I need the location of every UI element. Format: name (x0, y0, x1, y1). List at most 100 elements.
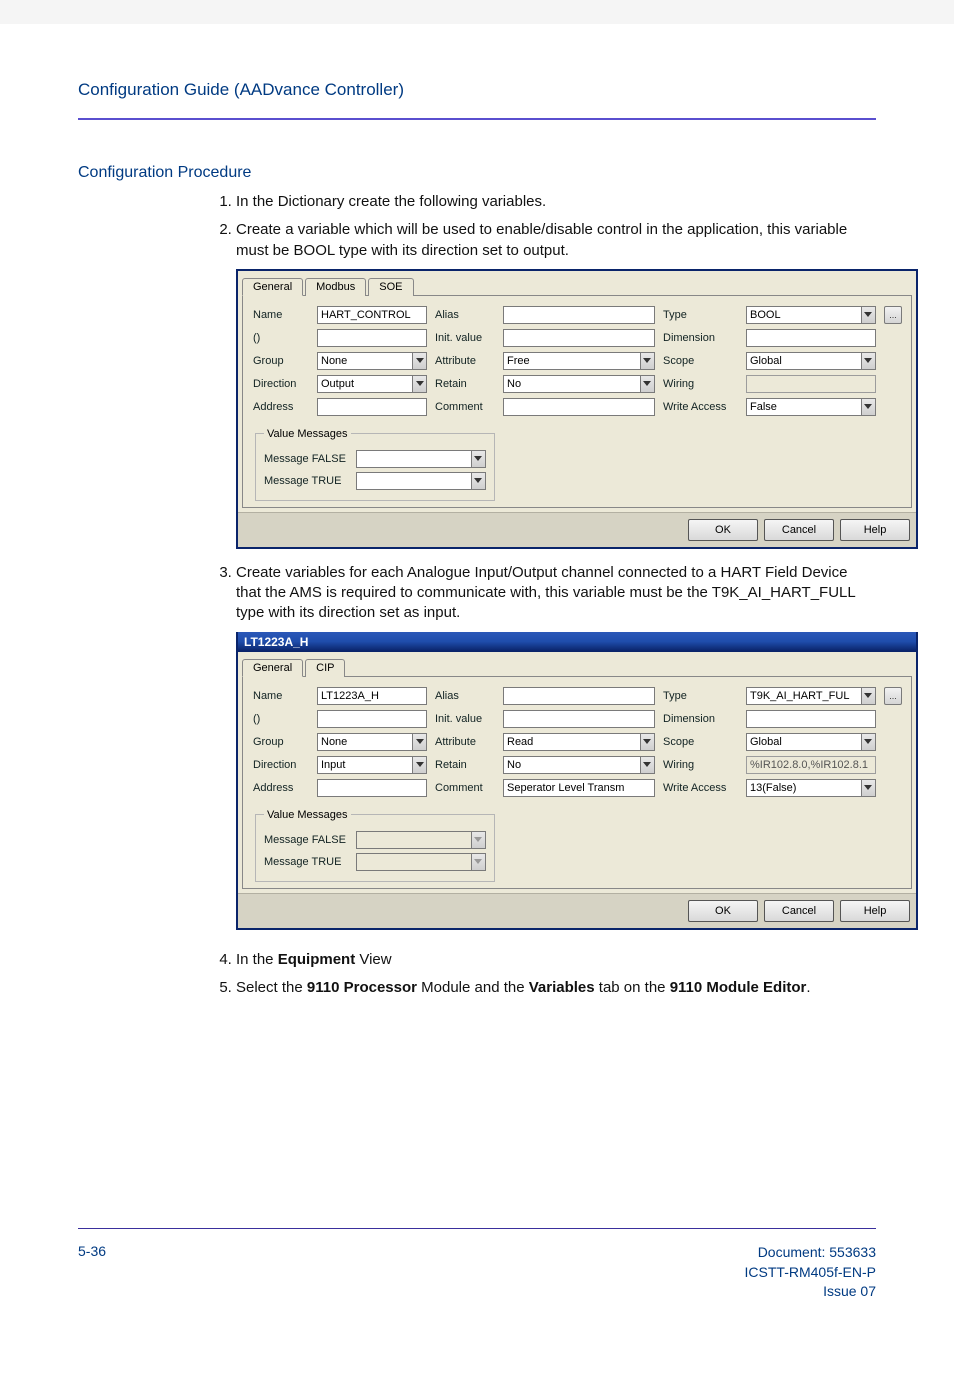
tab-bar: General Modbus SOE (238, 273, 916, 295)
address-input[interactable] (317, 779, 427, 797)
cancel-button[interactable]: Cancel (764, 900, 834, 922)
attribute-select[interactable] (503, 352, 655, 370)
tab-cip[interactable]: CIP (305, 659, 345, 677)
chevron-down-icon[interactable] (412, 733, 427, 751)
chevron-down-icon[interactable] (861, 779, 876, 797)
retain-select[interactable] (503, 375, 655, 393)
attribute-value[interactable] (503, 733, 640, 751)
retain-select[interactable] (503, 756, 655, 774)
group-select[interactable] (317, 352, 427, 370)
message-true-value[interactable] (356, 472, 471, 490)
retain-value[interactable] (503, 756, 640, 774)
comment-input[interactable] (503, 779, 655, 797)
tab-general[interactable]: General (242, 278, 303, 296)
direction-value[interactable] (317, 756, 412, 774)
group-value[interactable] (317, 733, 412, 751)
chevron-down-icon[interactable] (640, 352, 655, 370)
open-input[interactable] (317, 710, 427, 728)
comment-input[interactable] (503, 398, 655, 416)
chevron-down-icon[interactable] (861, 306, 876, 324)
tab-general[interactable]: General (242, 659, 303, 677)
retain-value[interactable] (503, 375, 640, 393)
chevron-down-icon[interactable] (861, 398, 876, 416)
write-access-select[interactable] (746, 398, 876, 416)
label-attribute: Attribute (435, 736, 495, 748)
label-dimension: Dimension (663, 713, 738, 725)
group-value[interactable] (317, 352, 412, 370)
help-button[interactable]: Help (840, 900, 910, 922)
doc-code: ICSTT-RM405f-EN-P (745, 1263, 876, 1283)
message-false-select[interactable] (356, 450, 486, 468)
type-value[interactable] (746, 306, 861, 324)
type-browse-button[interactable]: ... (884, 306, 902, 324)
page: Configuration Guide (AADvance Controller… (0, 24, 954, 1373)
step-4-bold: Equipment (278, 951, 356, 968)
label-type: Type (663, 309, 738, 321)
message-false-value (356, 831, 471, 849)
chevron-down-icon[interactable] (861, 733, 876, 751)
direction-select[interactable] (317, 756, 427, 774)
message-false-select (356, 831, 486, 849)
help-button[interactable]: Help (840, 519, 910, 541)
label-name: Name (253, 309, 309, 321)
chevron-down-icon[interactable] (861, 687, 876, 705)
chevron-down-icon[interactable] (640, 375, 655, 393)
chevron-down-icon[interactable] (861, 352, 876, 370)
chevron-down-icon[interactable] (640, 756, 655, 774)
value-messages-legend: Value Messages (264, 809, 351, 821)
direction-value[interactable] (317, 375, 412, 393)
chevron-down-icon[interactable] (412, 756, 427, 774)
chevron-down-icon[interactable] (412, 375, 427, 393)
open-input[interactable] (317, 329, 427, 347)
alias-input[interactable] (503, 687, 655, 705)
chevron-down-icon[interactable] (640, 733, 655, 751)
chevron-down-icon[interactable] (471, 450, 486, 468)
alias-input[interactable] (503, 306, 655, 324)
dialog-hart-control: General Modbus SOE Name Alias Type ... (… (236, 269, 918, 549)
value-messages-group: Value Messages Message FALSE Message TRU… (255, 809, 495, 882)
dimension-input[interactable] (746, 329, 876, 347)
tab-soe[interactable]: SOE (368, 278, 413, 296)
message-true-select[interactable] (356, 472, 486, 490)
name-input[interactable] (317, 306, 427, 324)
chevron-down-icon[interactable] (412, 352, 427, 370)
label-direction: Direction (253, 378, 309, 390)
ok-button[interactable]: OK (688, 900, 758, 922)
group-select[interactable] (317, 733, 427, 751)
value-messages-group: Value Messages Message FALSE Message TRU… (255, 428, 495, 501)
ok-button[interactable]: OK (688, 519, 758, 541)
type-select[interactable] (746, 687, 876, 705)
step-5-text-4: . (806, 979, 810, 996)
attribute-value[interactable] (503, 352, 640, 370)
tab-bar: General CIP (238, 654, 916, 676)
scope-value[interactable] (746, 352, 861, 370)
type-browse-button[interactable]: ... (884, 687, 902, 705)
attribute-select[interactable] (503, 733, 655, 751)
address-input[interactable] (317, 398, 427, 416)
scope-value[interactable] (746, 733, 861, 751)
footer-rule (78, 1228, 876, 1229)
write-access-value[interactable] (746, 779, 861, 797)
label-scope: Scope (663, 736, 738, 748)
dimension-input[interactable] (746, 710, 876, 728)
label-wiring: Wiring (663, 378, 738, 390)
write-access-select[interactable] (746, 779, 876, 797)
write-access-value[interactable] (746, 398, 861, 416)
name-input[interactable] (317, 687, 427, 705)
type-select[interactable] (746, 306, 876, 324)
tab-modbus[interactable]: Modbus (305, 278, 366, 296)
init-input[interactable] (503, 329, 655, 347)
button-bar: OK Cancel Help (238, 512, 916, 547)
direction-select[interactable] (317, 375, 427, 393)
message-false-value[interactable] (356, 450, 471, 468)
doc-number: Document: 553633 (745, 1243, 876, 1263)
scope-select[interactable] (746, 733, 876, 751)
chevron-down-icon[interactable] (471, 472, 486, 490)
scope-select[interactable] (746, 352, 876, 370)
init-input[interactable] (503, 710, 655, 728)
value-messages-legend: Value Messages (264, 428, 351, 440)
label-comment: Comment (435, 782, 495, 794)
label-init: Init. value (435, 332, 495, 344)
type-value[interactable] (746, 687, 861, 705)
cancel-button[interactable]: Cancel (764, 519, 834, 541)
